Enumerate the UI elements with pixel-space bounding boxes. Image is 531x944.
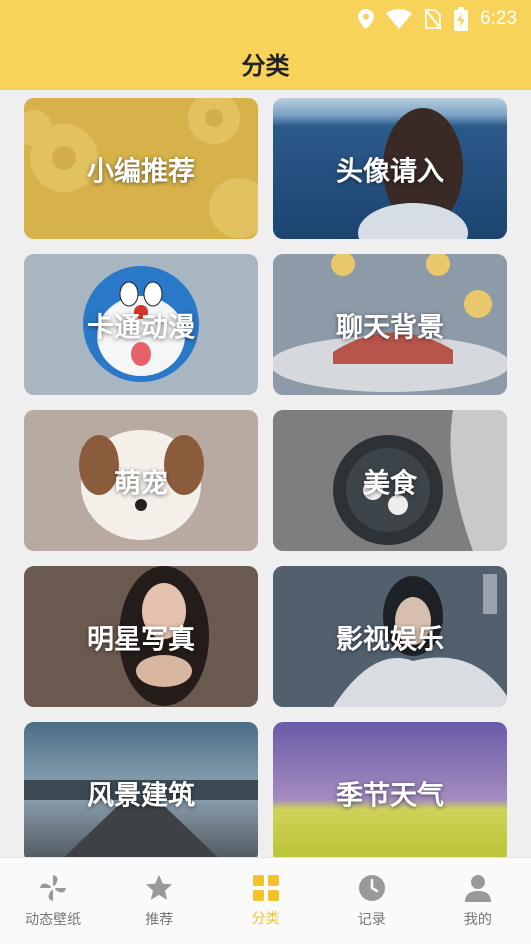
category-tile-chat-bg[interactable]: 聊天背景 xyxy=(273,254,507,395)
tile-label: 聊天背景 xyxy=(336,312,444,343)
category-tile-celebrity[interactable]: 明星写真 xyxy=(24,566,258,707)
clock-icon xyxy=(358,875,385,901)
tab-label: 分类 xyxy=(251,911,280,927)
category-tile-pets[interactable]: 萌宠 xyxy=(24,410,258,551)
tab-categories[interactable]: 分类 xyxy=(212,858,318,944)
category-tile-avatars[interactable]: 头像请入 xyxy=(273,98,507,239)
battery-charging-icon xyxy=(454,7,469,31)
tab-live-wallpaper[interactable]: 动态壁纸 xyxy=(0,858,106,944)
app-header: 6:23 分类 xyxy=(0,0,531,90)
bottom-tab-bar: 动态壁纸 推荐 分类 记录 我的 xyxy=(0,857,531,944)
category-tile-food[interactable]: 美食 xyxy=(273,410,507,551)
tile-label: 明星写真 xyxy=(87,624,195,655)
page-title: 分类 xyxy=(241,52,290,80)
tab-history[interactable]: 记录 xyxy=(319,858,425,944)
no-sim-icon xyxy=(424,8,442,30)
grid-icon xyxy=(252,875,279,901)
category-tile-cartoon[interactable]: 卡通动漫 xyxy=(24,254,258,395)
tile-label: 风景建筑 xyxy=(87,780,195,811)
tab-label: 动态壁纸 xyxy=(25,912,82,928)
tile-label: 小编推荐 xyxy=(87,156,195,187)
tile-label: 萌宠 xyxy=(114,468,168,499)
tile-label: 头像请入 xyxy=(336,156,444,187)
location-icon xyxy=(358,9,375,29)
tab-recommend[interactable]: 推荐 xyxy=(106,858,212,944)
pinwheel-icon xyxy=(40,875,67,901)
tab-label: 记录 xyxy=(357,912,386,928)
user-icon xyxy=(464,875,491,902)
tab-profile[interactable]: 我的 xyxy=(425,858,531,944)
category-tile-scenery[interactable]: 风景建筑 xyxy=(24,722,258,858)
tile-label: 影视娱乐 xyxy=(336,624,444,655)
status-time: 6:23 xyxy=(480,8,517,29)
star-icon xyxy=(146,875,173,900)
category-tile-movies[interactable]: 影视娱乐 xyxy=(273,566,507,707)
wifi-icon xyxy=(386,9,413,29)
category-tile-weather[interactable]: 季节天气 xyxy=(273,722,507,858)
status-bar: 6:23 xyxy=(358,6,517,32)
tab-label: 推荐 xyxy=(145,912,174,928)
tile-label: 美食 xyxy=(363,468,417,499)
tile-label: 季节天气 xyxy=(336,780,444,811)
tile-label: 卡通动漫 xyxy=(87,312,195,343)
category-tile-recommended[interactable]: 小编推荐 xyxy=(24,98,258,239)
tab-label: 我的 xyxy=(463,912,492,928)
category-grid: 小编推荐 头像请入 卡通动漫 聊天背景 萌宠 美食 明星写真 影视娱乐 风景建筑… xyxy=(24,98,507,858)
